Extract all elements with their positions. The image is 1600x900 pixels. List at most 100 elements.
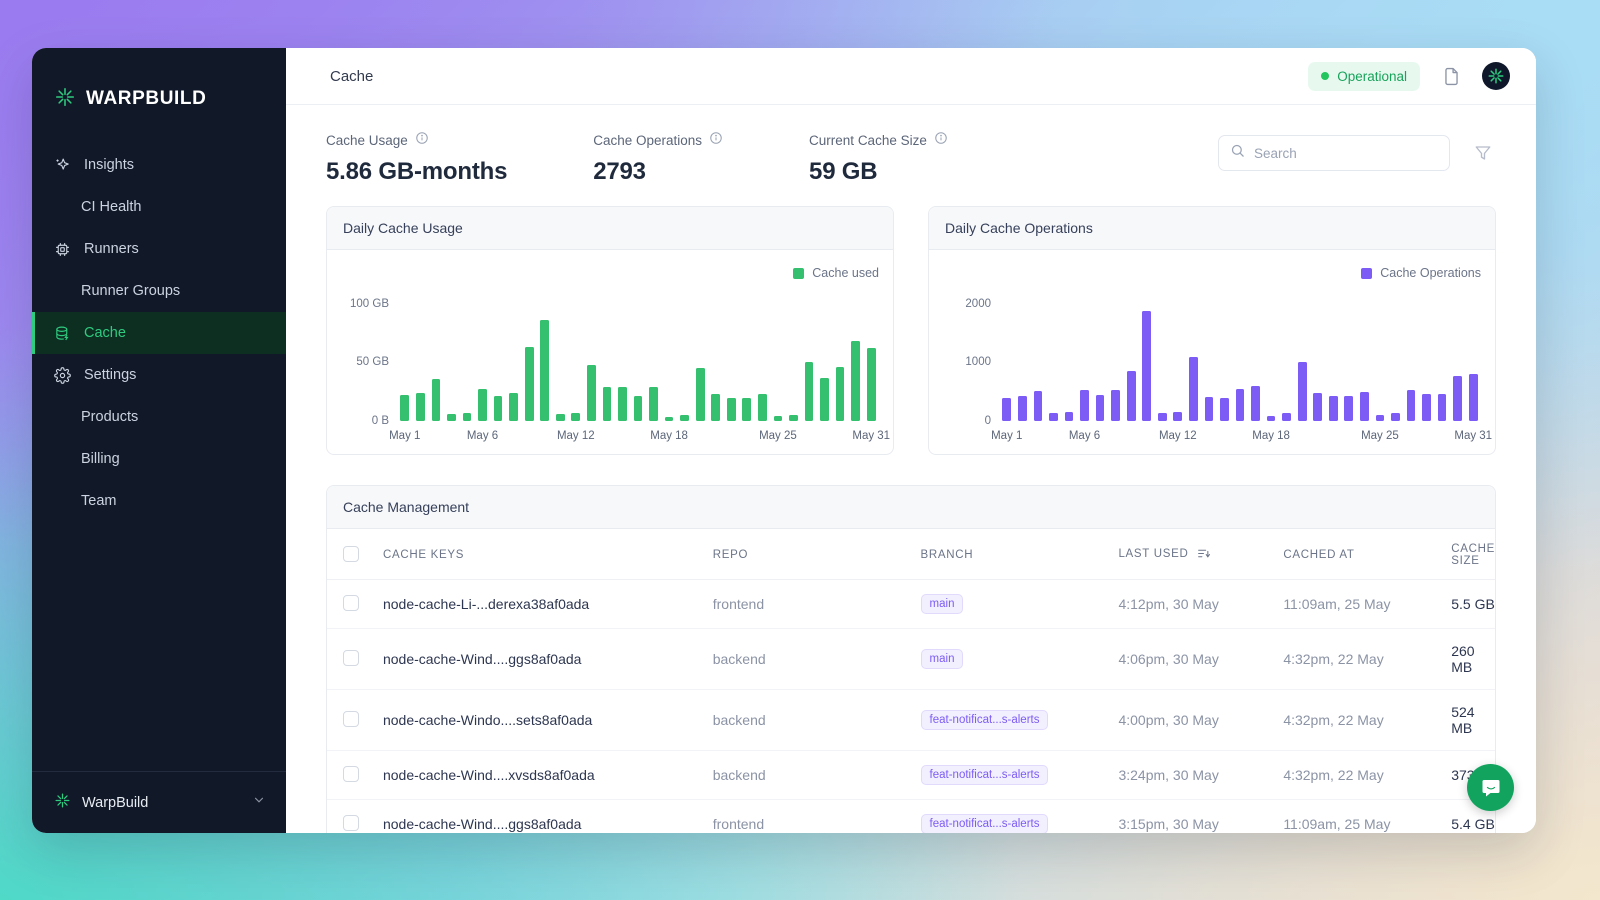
branch-tag[interactable]: main: [921, 649, 964, 669]
bar[interactable]: [1127, 371, 1136, 421]
bar-slot[interactable]: [1092, 286, 1108, 421]
bar-slot[interactable]: [615, 286, 631, 421]
bar[interactable]: [571, 413, 580, 421]
bar-slot[interactable]: [537, 286, 553, 421]
bar[interactable]: [789, 415, 798, 421]
bar-slot[interactable]: [677, 286, 693, 421]
bar[interactable]: [1453, 376, 1462, 421]
row-checkbox[interactable]: [343, 650, 359, 666]
branch-tag[interactable]: main: [921, 594, 964, 614]
bar[interactable]: [1065, 412, 1074, 421]
bar[interactable]: [509, 393, 518, 421]
bar-slot[interactable]: [786, 286, 802, 421]
column-branch[interactable]: BRANCH: [921, 529, 1119, 580]
bar-slot[interactable]: [1139, 286, 1155, 421]
bar-slot[interactable]: [1232, 286, 1248, 421]
bar-slot[interactable]: [1465, 286, 1481, 421]
info-icon[interactable]: [415, 131, 429, 150]
intercom-chat-icon[interactable]: [1467, 764, 1514, 811]
bar[interactable]: [1173, 412, 1182, 421]
bar-slot[interactable]: [1015, 286, 1031, 421]
avatar[interactable]: [1482, 62, 1510, 90]
bar[interactable]: [1391, 413, 1400, 421]
column-last-used[interactable]: LAST USED: [1118, 529, 1283, 580]
bar[interactable]: [1329, 396, 1338, 421]
bar-slot[interactable]: [428, 286, 444, 421]
search-box[interactable]: [1218, 135, 1450, 171]
bar[interactable]: [1096, 395, 1105, 421]
bar[interactable]: [836, 367, 845, 421]
bar-slot[interactable]: [723, 286, 739, 421]
bar-slot[interactable]: [1419, 286, 1435, 421]
info-icon[interactable]: [709, 131, 723, 150]
bar[interactable]: [603, 387, 612, 421]
branch-tag[interactable]: feat-notificat...s-alerts: [921, 765, 1049, 785]
bar-slot[interactable]: [1217, 286, 1233, 421]
table-row[interactable]: node-cache-Wind....ggs8af0adabackendmain…: [327, 629, 1495, 690]
bar-slot[interactable]: [1372, 286, 1388, 421]
table-row[interactable]: node-cache-Li-...derexa38af0adafrontendm…: [327, 580, 1495, 629]
bar[interactable]: [1158, 413, 1167, 421]
sidebar-item-products[interactable]: Products: [32, 396, 286, 438]
bar[interactable]: [432, 379, 441, 421]
bar[interactable]: [1438, 394, 1447, 421]
bar-slot[interactable]: [1325, 286, 1341, 421]
sidebar-item-runners[interactable]: Runners: [32, 228, 286, 270]
bar[interactable]: [727, 398, 736, 421]
bar[interactable]: [1142, 311, 1151, 421]
column-cached-at[interactable]: CACHED AT: [1283, 529, 1451, 580]
bar-slot[interactable]: [739, 286, 755, 421]
bar-slot[interactable]: [444, 286, 460, 421]
table-row[interactable]: node-cache-Windo....sets8af0adabackendfe…: [327, 690, 1495, 751]
bar-slot[interactable]: [1170, 286, 1186, 421]
bar-slot[interactable]: [1294, 286, 1310, 421]
search-input[interactable]: [1254, 146, 1438, 161]
bar-slot[interactable]: [817, 286, 833, 421]
bar-slot[interactable]: [708, 286, 724, 421]
bar[interactable]: [416, 393, 425, 421]
document-icon[interactable]: [1438, 63, 1464, 89]
bar-slot[interactable]: [1186, 286, 1202, 421]
bar-slot[interactable]: [1108, 286, 1124, 421]
branch-tag[interactable]: feat-notificat...s-alerts: [921, 814, 1049, 833]
bar-slot[interactable]: [1030, 286, 1046, 421]
bar[interactable]: [1344, 396, 1353, 421]
bar[interactable]: [1049, 413, 1058, 421]
bar-slot[interactable]: [801, 286, 817, 421]
bar[interactable]: [1002, 398, 1011, 421]
bar-slot[interactable]: [1434, 286, 1450, 421]
row-checkbox[interactable]: [343, 815, 359, 831]
filter-icon[interactable]: [1470, 140, 1496, 166]
bar[interactable]: [540, 320, 549, 421]
bar[interactable]: [618, 387, 627, 421]
bar[interactable]: [525, 347, 534, 421]
row-checkbox[interactable]: [343, 595, 359, 611]
bar[interactable]: [665, 417, 674, 421]
bar-slot[interactable]: [506, 286, 522, 421]
bar[interactable]: [774, 416, 783, 421]
bar-slot[interactable]: [1061, 286, 1077, 421]
row-checkbox[interactable]: [343, 766, 359, 782]
bar-slot[interactable]: [848, 286, 864, 421]
select-all-checkbox[interactable]: [343, 546, 359, 562]
bar[interactable]: [556, 414, 565, 421]
sort-descending-icon[interactable]: [1197, 547, 1210, 563]
bar-slot[interactable]: [413, 286, 429, 421]
bar-slot[interactable]: [459, 286, 475, 421]
bar-slot[interactable]: [1357, 286, 1373, 421]
table-row[interactable]: node-cache-Wind....xvsds8af0adabackendfe…: [327, 751, 1495, 800]
bar[interactable]: [1034, 391, 1043, 421]
bar[interactable]: [478, 389, 487, 421]
column-repo[interactable]: REPO: [713, 529, 921, 580]
sidebar-item-team[interactable]: Team: [32, 480, 286, 522]
bar-slot[interactable]: [863, 286, 879, 421]
bar-slot[interactable]: [1388, 286, 1404, 421]
bar[interactable]: [1360, 392, 1369, 421]
bar[interactable]: [1018, 396, 1027, 421]
chevron-down-icon[interactable]: [252, 793, 266, 812]
bar[interactable]: [1298, 362, 1307, 421]
bar[interactable]: [1080, 390, 1089, 421]
bar[interactable]: [463, 413, 472, 421]
bar-slot[interactable]: [552, 286, 568, 421]
bar-slot[interactable]: [1279, 286, 1295, 421]
